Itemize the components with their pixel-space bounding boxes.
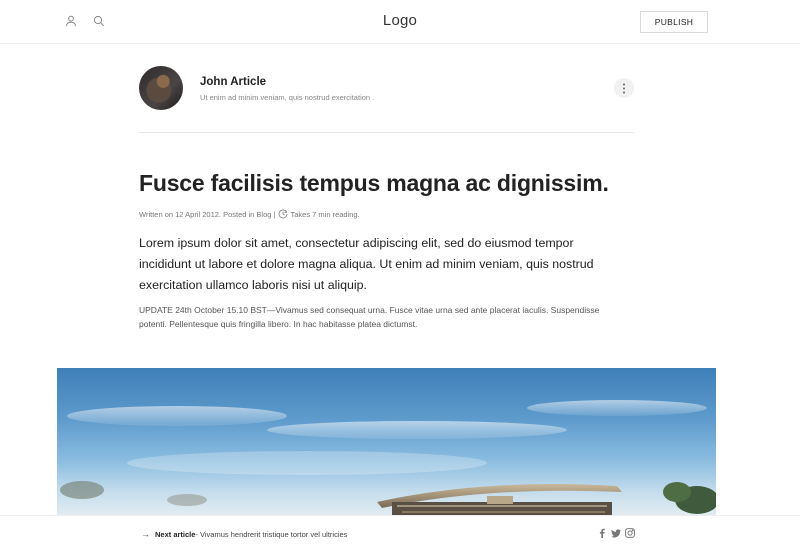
lead-paragraph: Lorem ipsum dolor sit amet, consectetur … <box>139 236 594 292</box>
arrow-right-icon: → <box>141 529 150 539</box>
facebook-icon[interactable] <box>597 528 607 538</box>
divider <box>139 132 634 133</box>
next-article-title: - Vivamus hendrerit tristique tortor vel… <box>195 529 348 539</box>
top-navbar: Logo PUBLISH <box>0 0 800 44</box>
update-paragraph: UPDATE 24th October 15.10 BST—Vivamus se… <box>139 305 600 329</box>
article-title: Fusce facilisis tempus magna ac dignissi… <box>139 170 609 196</box>
avatar[interactable] <box>139 66 183 110</box>
author-card: John Article Ut enim ad minim veniam, qu… <box>139 66 634 112</box>
meta-reading-time: Takes 7 min reading. <box>290 209 360 219</box>
hero-image <box>57 368 716 518</box>
logo[interactable]: Logo <box>383 12 417 29</box>
social-links <box>597 528 635 538</box>
bottom-bar: → Next article - Vivamus hendrerit trist… <box>0 515 800 550</box>
instagram-icon[interactable] <box>625 528 635 538</box>
twitter-icon[interactable] <box>611 528 621 538</box>
next-article-link[interactable]: → Next article - Vivamus hendrerit trist… <box>141 529 347 539</box>
meta-date-category: Written on 12 April 2012. Posted in Blog… <box>139 209 276 219</box>
next-article-label: Next article <box>155 529 196 539</box>
publish-button[interactable]: PUBLISH <box>640 11 708 33</box>
more-vertical-icon[interactable] <box>614 78 634 98</box>
author-name[interactable]: John Article <box>200 76 266 88</box>
clock-icon <box>278 209 288 219</box>
author-bio: Ut enim ad minim veniam, quis nostrud ex… <box>200 93 375 102</box>
hero-illustration <box>60 400 716 518</box>
article-meta: Written on 12 April 2012. Posted in Blog… <box>139 209 360 219</box>
